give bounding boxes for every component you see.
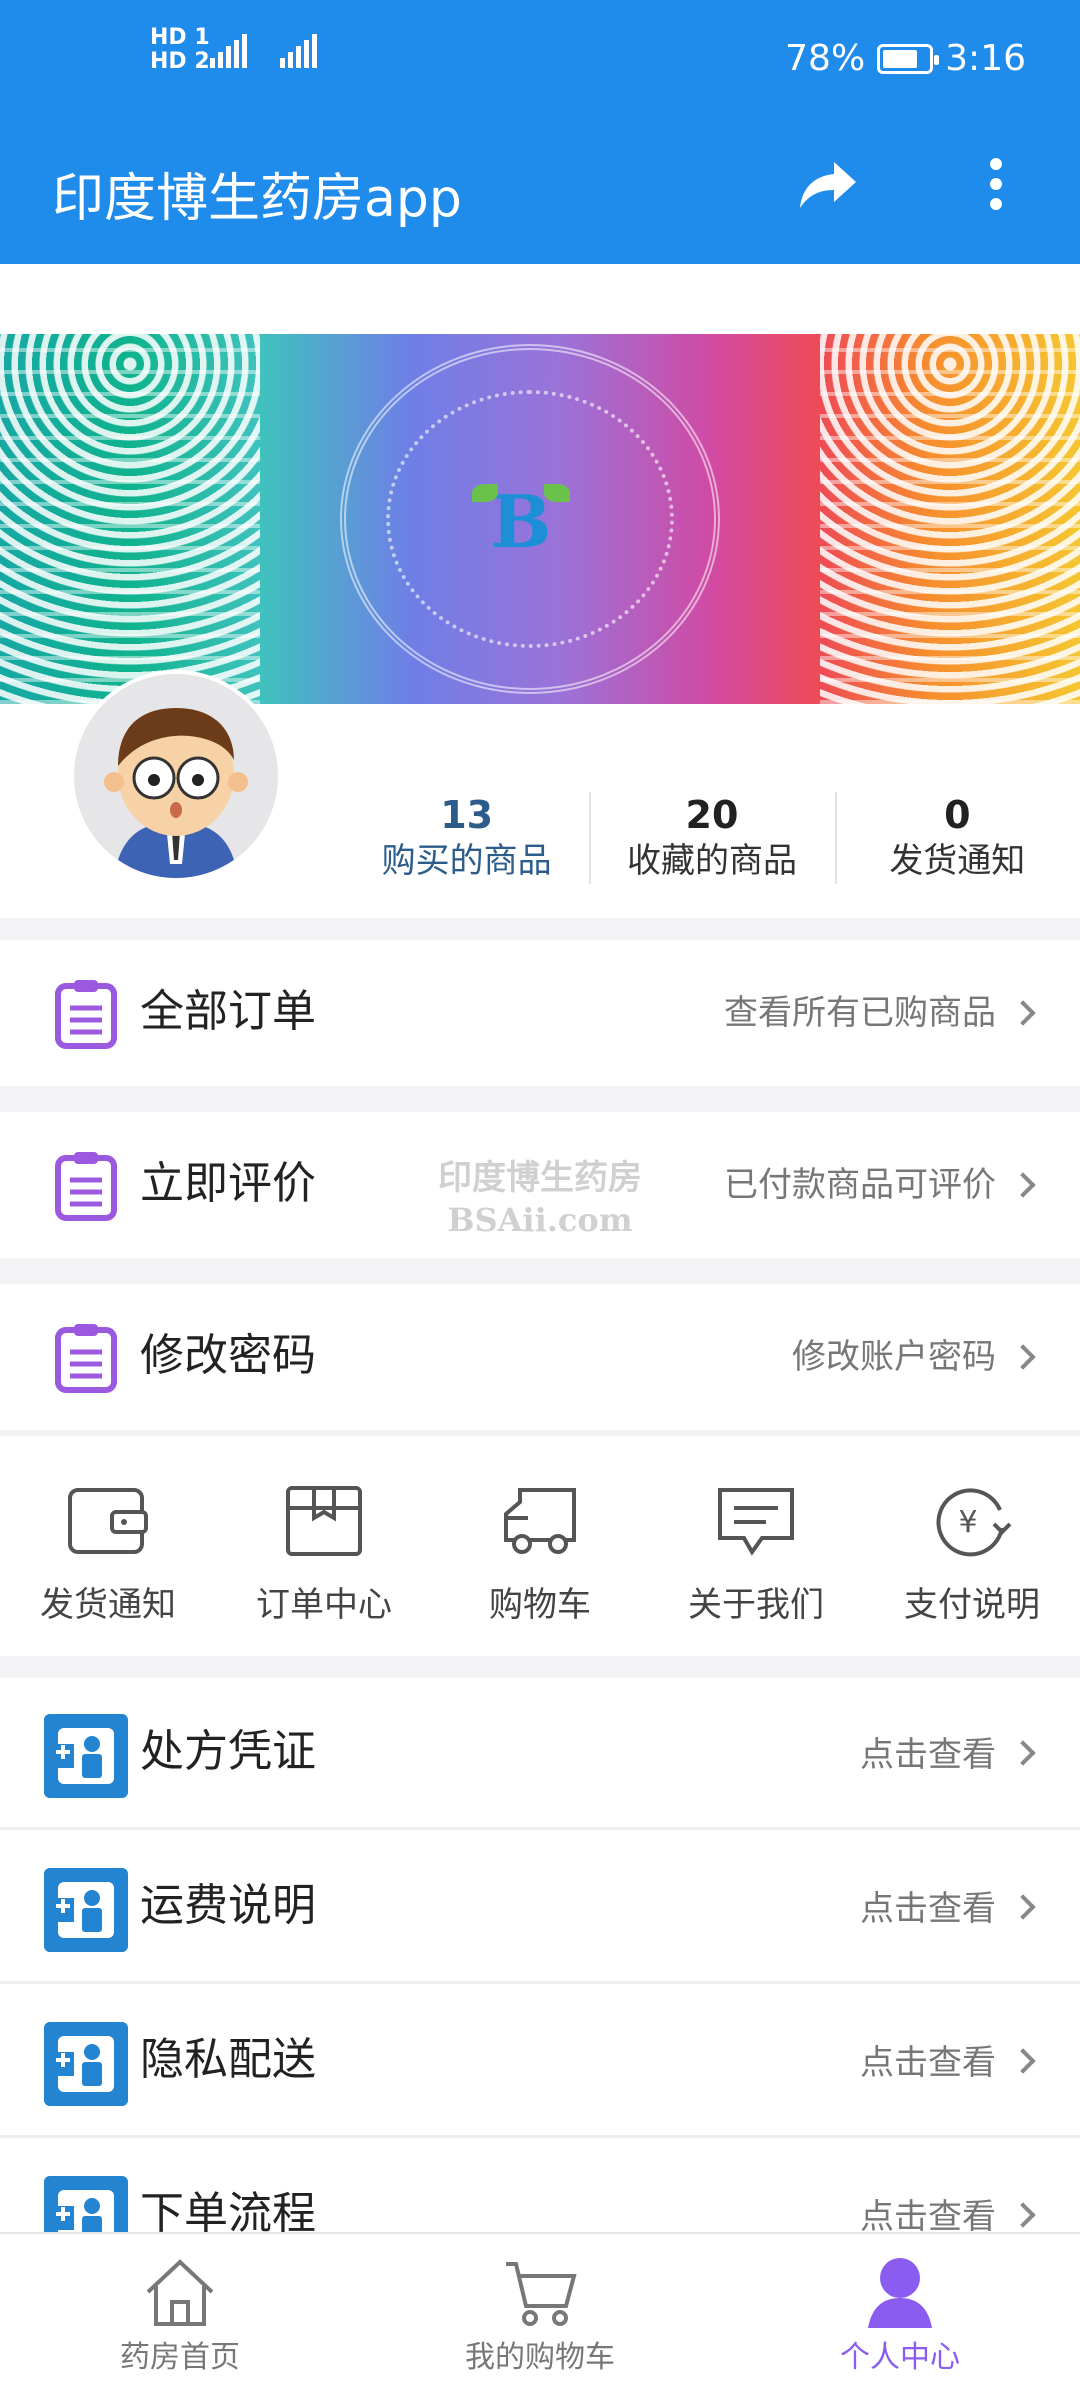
stat-label: 购买的商品 — [381, 841, 552, 881]
profile-stats: 13 购买的商品 20 收藏的商品 0 发货通知 — [344, 792, 1080, 888]
signal-strength-icon — [210, 34, 250, 74]
watermark: 印度博生药房 BSAii.com — [420, 1156, 660, 1240]
stat-label: 发货通知 — [889, 841, 1026, 881]
app-bar: 印度博生药房app — [0, 118, 1080, 264]
box-icon — [286, 1486, 362, 1556]
menu-all-orders[interactable]: 全部订单 查看所有已购商品 — [0, 940, 1080, 1086]
chevron-right-icon — [1010, 1740, 1036, 1766]
list-item-order-process[interactable]: 下单流程 点击查看 — [0, 2140, 1080, 2232]
shortcut-payment-info[interactable]: ¥ 支付说明 — [864, 1436, 1080, 1656]
info-list: 处方凭证 点击查看 运费说明 点击查看 隐私配送 点击查看 下单流程 点击查看 — [0, 1678, 1080, 2232]
tab-cart[interactable]: 我的购物车 — [360, 2234, 720, 2400]
status-right: 78% 3:16 — [785, 38, 1026, 79]
watermark-line: BSAii.com — [447, 1201, 633, 1239]
list-item-private-delivery[interactable]: 隐私配送 点击查看 — [0, 1986, 1080, 2138]
menu-hint: 已付款商品可评价 — [724, 1165, 996, 1205]
sim-indicators: HD 1 HD 2 — [150, 26, 210, 74]
avatar[interactable] — [70, 670, 282, 882]
tab-home[interactable]: 药房首页 — [0, 2234, 360, 2400]
shortcut-about-us[interactable]: 关于我们 — [648, 1436, 864, 1656]
profile-card: 13 购买的商品 20 收藏的商品 0 发货通知 — [0, 670, 1080, 918]
doctor-icon — [44, 1868, 128, 1952]
menu-label: 全部订单 — [140, 986, 316, 1037]
lace-pattern — [820, 334, 1080, 704]
chevron-right-icon — [1010, 2048, 1036, 2074]
list-label: 下单流程 — [140, 2188, 316, 2232]
battery-icon — [877, 43, 940, 74]
list-hint: 点击查看 — [860, 2043, 996, 2083]
clipboard-icon — [55, 980, 117, 1049]
signal-strength-icon — [280, 34, 320, 74]
tab-label: 个人中心 — [840, 2340, 960, 2375]
stat-value: 20 — [685, 793, 739, 837]
watermark-line: 印度博生药房 — [438, 1158, 642, 1198]
bottom-tab-bar: 药房首页 我的购物车 个人中心 — [0, 2232, 1080, 2400]
shortcut-label: 发货通知 — [40, 1585, 176, 1625]
yuan-refresh-icon: ¥ — [936, 1488, 1012, 1557]
stat-purchased[interactable]: 13 购买的商品 — [344, 792, 589, 888]
profile-banner: B — [0, 334, 1080, 704]
more-vert-icon[interactable] — [972, 152, 1020, 216]
stat-value: 0 — [944, 793, 971, 837]
chevron-right-icon — [1010, 1172, 1036, 1198]
list-item-prescription[interactable]: 处方凭证 点击查看 — [0, 1678, 1080, 1830]
message-icon — [718, 1488, 794, 1556]
chevron-right-icon — [1010, 1344, 1036, 1370]
sim1-label: HD 1 — [150, 25, 210, 50]
wallet-icon — [68, 1488, 148, 1554]
doctor-icon — [44, 2176, 128, 2232]
menu-hint: 修改账户密码 — [792, 1337, 996, 1377]
tab-profile[interactable]: 个人中心 — [720, 2234, 1080, 2400]
list-hint: 点击查看 — [860, 2197, 996, 2232]
shortcut-grid: 发货通知 订单中心 购物车 关于我们 ¥ 支付说明 — [0, 1436, 1080, 1656]
chevron-right-icon — [1010, 2202, 1036, 2228]
cart-icon — [506, 2262, 577, 2326]
doctor-icon — [44, 1714, 128, 1798]
doctor-icon — [44, 2022, 128, 2106]
truck-icon — [504, 1488, 576, 1554]
menu-change-password[interactable]: 修改密码 修改账户密码 — [0, 1284, 1080, 1430]
shortcut-order-center[interactable]: 订单中心 — [216, 1436, 432, 1656]
list-label: 处方凭证 — [140, 1726, 316, 1777]
sim2-label: HD 2 — [150, 49, 210, 74]
list-label: 运费说明 — [140, 1880, 316, 1931]
stat-favorites[interactable]: 20 收藏的商品 — [589, 792, 834, 888]
shortcut-cart[interactable]: 购物车 — [432, 1436, 648, 1656]
share-icon[interactable] — [796, 152, 860, 216]
chevron-right-icon — [1010, 1000, 1036, 1026]
list-hint: 点击查看 — [860, 1889, 996, 1929]
stat-label: 收藏的商品 — [626, 841, 797, 881]
status-bar: HD 1 HD 2 78% 3:16 — [0, 0, 1080, 118]
svg-text:¥: ¥ — [958, 1505, 977, 1540]
stat-value: 13 — [440, 793, 494, 837]
list-item-shipping-fee[interactable]: 运费说明 点击查看 — [0, 1832, 1080, 1984]
chevron-right-icon — [1010, 1894, 1036, 1920]
shortcut-label: 关于我们 — [688, 1585, 824, 1625]
app-title: 印度博生药房app — [52, 169, 462, 229]
tab-label: 我的购物车 — [465, 2340, 615, 2375]
tab-label: 药房首页 — [120, 2340, 240, 2375]
menu-label: 立即评价 — [140, 1158, 316, 1209]
clipboard-icon — [55, 1324, 117, 1393]
spacer — [0, 264, 1080, 334]
battery-percent: 78% — [785, 38, 866, 79]
stat-shipping-notice[interactable]: 0 发货通知 — [834, 792, 1080, 888]
shortcut-shipping-notice[interactable]: 发货通知 — [0, 1436, 216, 1656]
shortcut-label: 购物车 — [489, 1585, 591, 1625]
list-label: 隐私配送 — [140, 2034, 316, 2085]
person-icon — [868, 2258, 932, 2328]
home-icon — [146, 2259, 214, 2326]
clock: 3:16 — [945, 38, 1026, 79]
shortcut-label: 支付说明 — [904, 1585, 1040, 1625]
lace-pattern — [0, 334, 260, 704]
user-avatar-icon — [74, 674, 278, 878]
clipboard-icon — [55, 1152, 117, 1221]
brand-logo: B — [472, 482, 570, 562]
menu-hint: 查看所有已购商品 — [724, 993, 996, 1033]
list-hint: 点击查看 — [860, 1735, 996, 1775]
menu-label: 修改密码 — [140, 1330, 316, 1381]
shortcut-label: 订单中心 — [256, 1585, 392, 1625]
